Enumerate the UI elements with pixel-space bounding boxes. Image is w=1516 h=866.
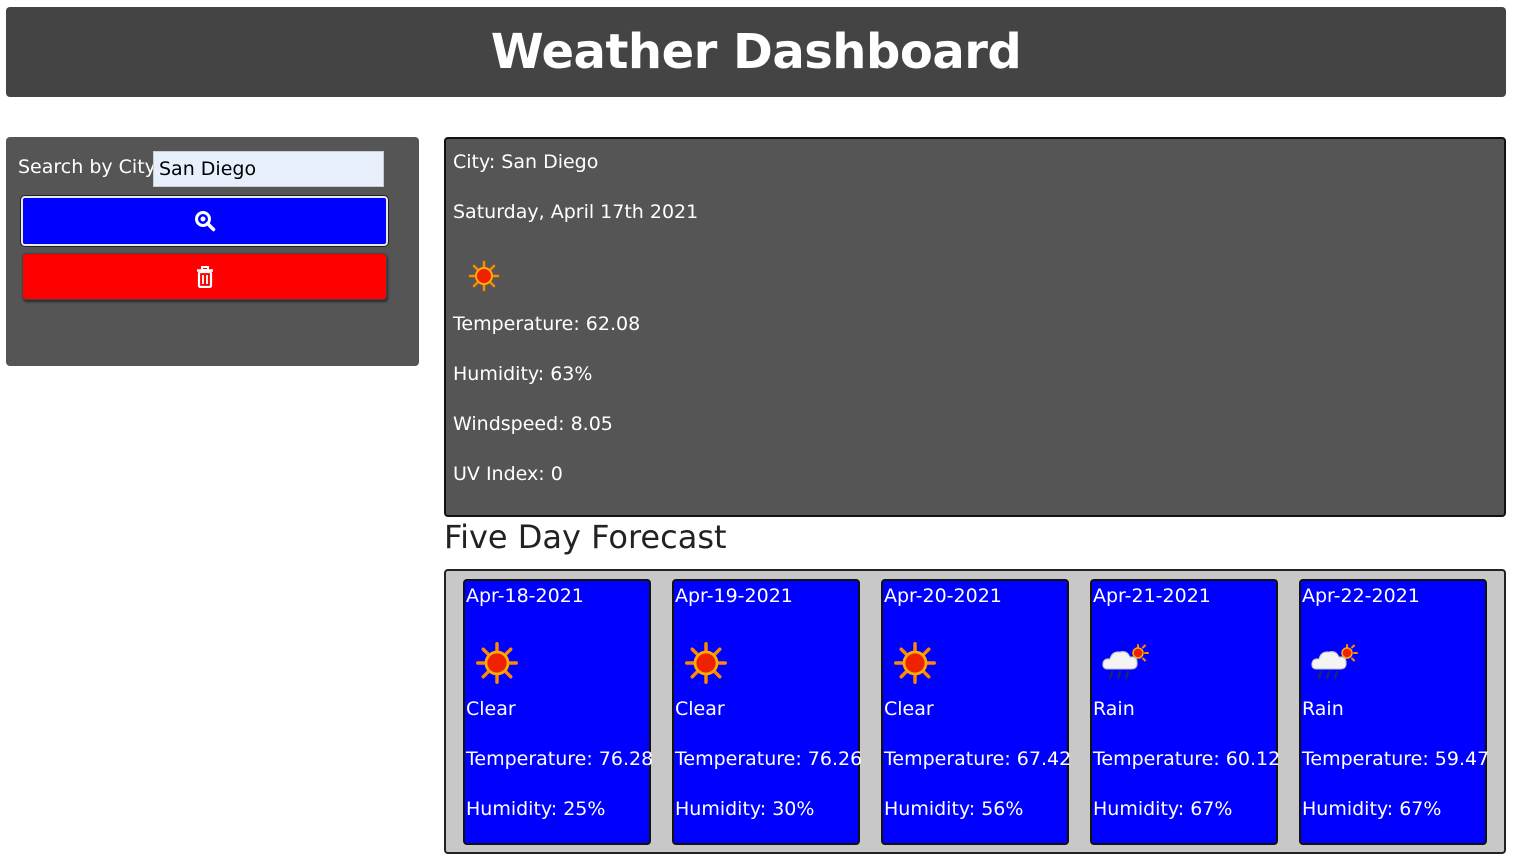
forecast-condition: Rain — [1302, 698, 1344, 720]
search-input-wrapper — [153, 151, 384, 187]
forecast-humidity: Humidity: 56% — [884, 798, 1024, 820]
forecast-date: Apr-18-2021 — [466, 585, 584, 607]
forecast-card: Apr-22-2021 Rain Temperature: 59.47 Humi… — [1299, 579, 1490, 845]
rain-cloud-icon — [1102, 644, 1149, 680]
clear-history-button[interactable] — [22, 253, 387, 300]
forecast-date: Apr-19-2021 — [675, 585, 793, 607]
forecast-temperature: Temperature: 76.26 — [675, 748, 863, 770]
search-button[interactable] — [21, 196, 388, 246]
forecast-condition: Clear — [675, 698, 725, 720]
forecast-card: Apr-21-2021 Rain Temperature: 60.12 Humi… — [1090, 579, 1281, 845]
search-icon — [194, 211, 215, 232]
forecast-card: Apr-19-2021 Clear Temperature: 76.26 Hum… — [672, 579, 863, 845]
current-temperature: Temperature: 62.08 — [453, 313, 641, 335]
search-label: Search by City: — [18, 156, 161, 178]
current-weather-panel: City: San Diego Saturday, April 17th 202… — [444, 137, 1506, 517]
forecast-condition: Clear — [466, 698, 516, 720]
forecast-temperature: Temperature: 60.12 — [1093, 748, 1281, 770]
current-date: Saturday, April 17th 2021 — [453, 201, 699, 223]
current-city: City: San Diego — [453, 151, 599, 173]
forecast-panel: Apr-18-2021 Clear Temperature: 76.28 Hum… — [444, 569, 1506, 854]
search-input[interactable] — [153, 151, 384, 187]
forecast-date: Apr-20-2021 — [884, 585, 1002, 607]
forecast-temperature: Temperature: 67.42 — [884, 748, 1072, 770]
rain-cloud-icon — [1311, 644, 1358, 680]
forecast-temperature: Temperature: 59.47 — [1302, 748, 1490, 770]
forecast-title: Five Day Forecast — [444, 518, 727, 556]
current-windspeed: Windspeed: 8.05 — [453, 413, 613, 435]
forecast-humidity: Humidity: 67% — [1093, 798, 1233, 820]
forecast-date: Apr-22-2021 — [1302, 585, 1420, 607]
current-uv-index: UV Index: 0 — [453, 463, 563, 485]
forecast-card: Apr-18-2021 Clear Temperature: 76.28 Hum… — [463, 579, 654, 845]
forecast-condition: Rain — [1093, 698, 1135, 720]
forecast-date: Apr-21-2021 — [1093, 585, 1211, 607]
sun-icon — [894, 642, 936, 684]
forecast-condition: Clear — [884, 698, 934, 720]
sun-icon — [468, 260, 500, 292]
forecast-humidity: Humidity: 30% — [675, 798, 815, 820]
header-bar: Weather Dashboard — [6, 7, 1506, 97]
forecast-humidity: Humidity: 25% — [466, 798, 606, 820]
forecast-card: Apr-20-2021 Clear Temperature: 67.42 Hum… — [881, 579, 1072, 845]
page-title: Weather Dashboard — [490, 24, 1022, 80]
sun-icon — [476, 642, 518, 684]
current-humidity: Humidity: 63% — [453, 363, 593, 385]
forecast-humidity: Humidity: 67% — [1302, 798, 1442, 820]
trash-icon — [196, 265, 213, 288]
forecast-temperature: Temperature: 76.28 — [466, 748, 654, 770]
sun-icon — [685, 642, 727, 684]
